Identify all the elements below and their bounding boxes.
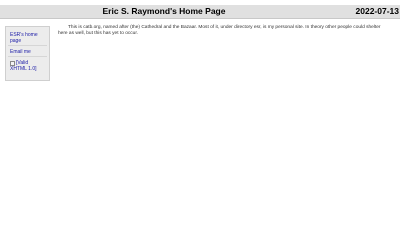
page-header: Eric S. Raymond's Home Page 2022-07-13	[0, 5, 400, 19]
intro-paragraph: This is catb.org, named after (the) Cath…	[58, 25, 381, 36]
sidebar-link-email[interactable]: Email me	[8, 48, 47, 57]
sidebar: ESR's home page Email me [Valid XHTML 1.…	[5, 26, 50, 81]
main-content: This is catb.org, named after (the) Cath…	[58, 25, 388, 37]
sidebar-link-valid-xhtml[interactable]: [Valid XHTML 1.0]	[8, 59, 47, 73]
page-date: 2022-07-13	[355, 6, 399, 16]
sidebar-link-home[interactable]: ESR's home page	[8, 31, 47, 46]
page-title: Eric S. Raymond's Home Page	[102, 6, 226, 16]
